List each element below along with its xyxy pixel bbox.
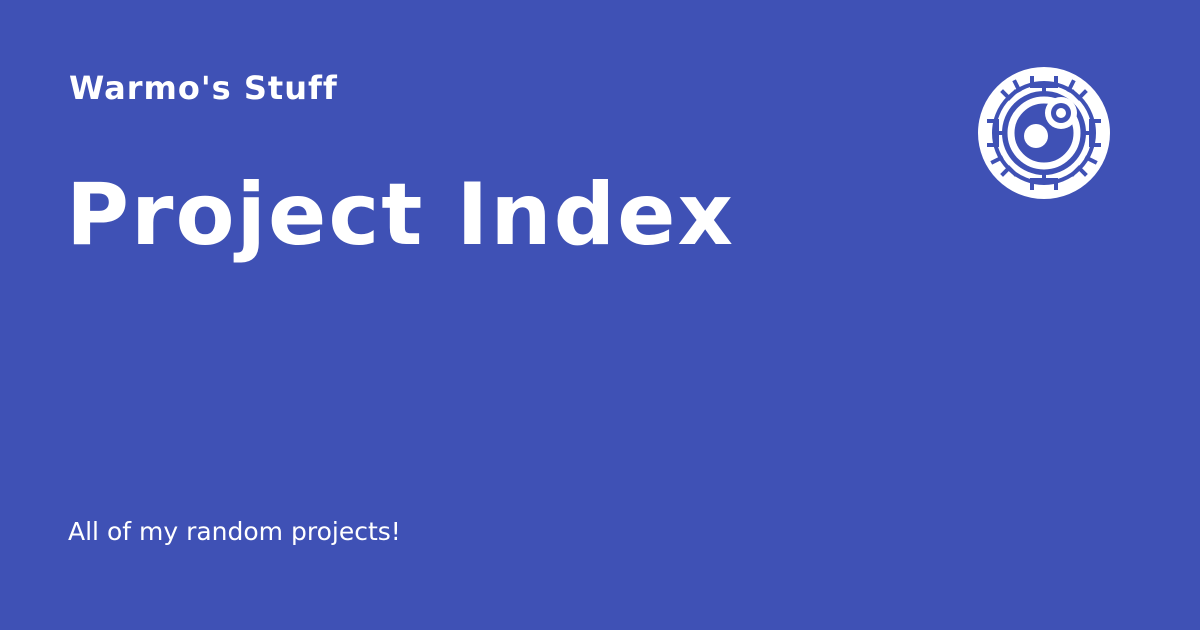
page-title: Project Index [66, 165, 735, 265]
warmo-emblem-icon [978, 67, 1110, 199]
logo [977, 66, 1111, 200]
social-card: Warmo's Stuff Project Index All of my ra… [0, 0, 1200, 630]
site-name: Warmo's Stuff [69, 69, 338, 107]
page-description: All of my random projects! [68, 517, 401, 546]
